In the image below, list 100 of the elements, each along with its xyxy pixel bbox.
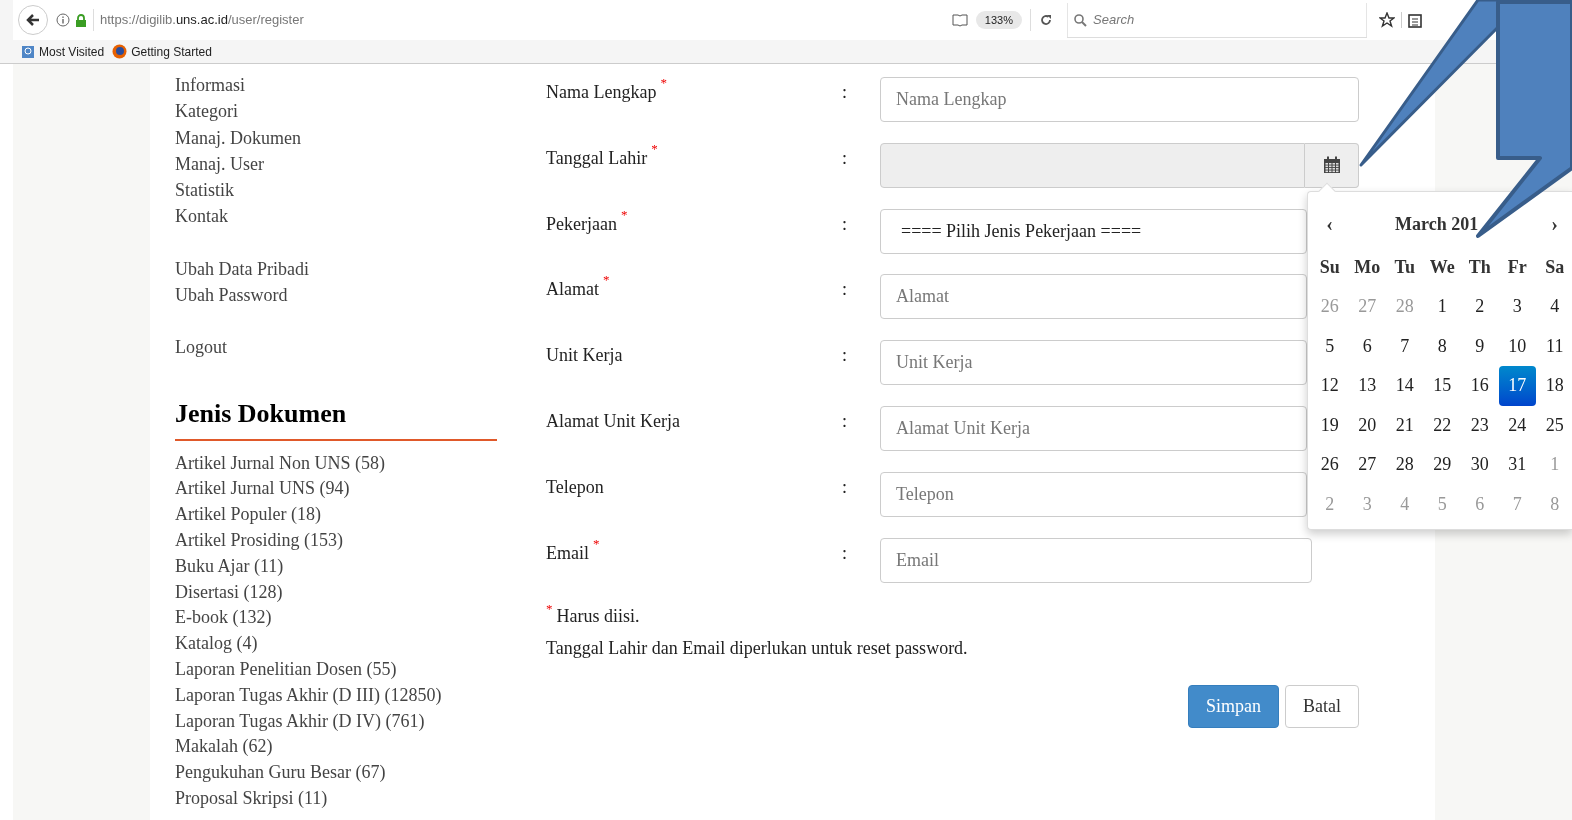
day-cell[interactable]: 24 xyxy=(1498,405,1536,445)
save-button[interactable]: Simpan xyxy=(1188,685,1279,729)
colon-separator: : xyxy=(842,212,848,236)
sidebar-link[interactable]: Ubah Data Pribadi xyxy=(175,255,309,283)
day-cell[interactable]: 10 xyxy=(1498,326,1536,366)
document-type-link[interactable]: Makalah (62) xyxy=(175,734,273,761)
document-type-link[interactable]: Pengukuhan Guru Besar (67) xyxy=(175,760,386,787)
day-cell[interactable]: 9 xyxy=(1461,326,1499,366)
day-cell[interactable]: 3 xyxy=(1498,287,1536,327)
day-cell[interactable]: 18 xyxy=(1536,366,1572,406)
day-cell[interactable]: 2 xyxy=(1461,287,1499,327)
day-cell[interactable]: 17 xyxy=(1498,366,1536,406)
day-cell[interactable]: 31 xyxy=(1498,445,1536,485)
text-field[interactable]: Nama Lengkap xyxy=(880,77,1359,122)
document-type-link[interactable]: Artikel Populer (18) xyxy=(175,502,321,529)
sidebar-link[interactable]: Kontak xyxy=(175,203,228,230)
weekday-label: Fr xyxy=(1506,256,1528,279)
sidebar-link[interactable]: Kategori xyxy=(175,98,238,125)
weekday-label: Mo xyxy=(1353,256,1382,279)
section-title: Jenis Dokumen xyxy=(175,397,348,430)
document-type-link[interactable]: Laporan Tugas Akhir (D III) (12850) xyxy=(175,682,442,709)
day-cell[interactable]: 26 xyxy=(1311,445,1349,485)
day-cell[interactable]: 13 xyxy=(1348,366,1386,406)
document-type-link[interactable]: Artikel Prosiding (153) xyxy=(175,528,343,554)
star-icon[interactable] xyxy=(1379,12,1395,28)
day-cell[interactable]: 28 xyxy=(1386,445,1424,485)
colon-separator: : xyxy=(842,146,848,170)
globe-icon xyxy=(112,44,128,59)
document-type-link[interactable]: Proposal Skripsi (11) xyxy=(175,786,328,812)
back-arrow-icon xyxy=(25,12,41,28)
document-type-link[interactable]: E-book (132) xyxy=(175,605,272,632)
calendar-icon xyxy=(1322,156,1341,175)
text-field[interactable]: Alamat xyxy=(880,274,1307,320)
sidebar-link[interactable]: Ubah Password xyxy=(175,282,288,309)
day-cell[interactable]: 5 xyxy=(1311,326,1349,366)
text-field[interactable]: Telepon xyxy=(880,471,1307,517)
day-cell[interactable]: 12 xyxy=(1311,366,1349,406)
day-cell[interactable]: 25 xyxy=(1536,405,1572,445)
document-type-link[interactable]: Laporan Tugas Akhir (D IV) (761) xyxy=(175,708,425,735)
text-field[interactable]: Unit Kerja xyxy=(880,340,1307,386)
required-mark: * xyxy=(660,74,667,92)
day-cell[interactable]: 23 xyxy=(1461,405,1499,445)
bookmark-link[interactable]: Most Visited xyxy=(39,42,105,61)
document-type-link[interactable]: Laporan Penelitian Dosen (55) xyxy=(175,657,397,683)
sidebar-link[interactable]: Statistik xyxy=(175,177,234,204)
sidebar-link[interactable]: Manaj. Dokumen xyxy=(175,124,301,151)
search-field[interactable]: Search xyxy=(1093,10,1360,30)
required-mark: * xyxy=(603,271,610,290)
info-icon[interactable] xyxy=(56,13,70,27)
day-cell[interactable]: 4 xyxy=(1536,287,1572,327)
field-label: Alamat xyxy=(546,278,599,302)
required-mark: * xyxy=(546,600,553,619)
day-cell[interactable]: 15 xyxy=(1423,366,1461,406)
document-type-link[interactable]: Katalog (4) xyxy=(175,631,258,658)
weekday-label: Sa xyxy=(1544,256,1566,279)
reader-view-icon[interactable] xyxy=(951,13,968,27)
day-cell[interactable]: 16 xyxy=(1461,366,1499,406)
calendar-button[interactable] xyxy=(1305,142,1359,188)
document-type-link[interactable]: Artikel Jurnal Non UNS (58) xyxy=(175,450,385,477)
lock-icon[interactable] xyxy=(75,13,87,27)
document-type-link[interactable]: Artikel Jurnal UNS (94) xyxy=(175,476,350,503)
day-cell[interactable]: 27 xyxy=(1348,445,1386,485)
clipboard-icon[interactable] xyxy=(1408,12,1422,28)
day-cell[interactable]: 8 xyxy=(1423,326,1461,366)
text-field[interactable]: Email xyxy=(880,537,1312,583)
day-cell[interactable]: 30 xyxy=(1461,445,1499,485)
info-note: Tanggal Lahir dan Email diperlukan untuk reset password. xyxy=(546,637,969,661)
zoom-badge[interactable]: 133% xyxy=(975,10,1022,30)
cancel-button[interactable]: Batal xyxy=(1285,685,1359,729)
required-mark: * xyxy=(593,534,600,553)
day-cell[interactable]: 7 xyxy=(1386,326,1424,366)
day-cell[interactable]: 6 xyxy=(1348,326,1386,366)
day-cell[interactable]: 22 xyxy=(1423,405,1461,445)
document-type-link[interactable]: Buku Ajar (11) xyxy=(175,553,284,580)
field-label: Nama Lengkap xyxy=(546,81,657,104)
day-cell[interactable]: 14 xyxy=(1386,366,1424,406)
reload-icon[interactable] xyxy=(1039,13,1053,27)
sidebar-link[interactable]: Manaj. User xyxy=(175,150,264,178)
day-cell[interactable]: 21 xyxy=(1386,405,1424,445)
next-month-button[interactable]: › xyxy=(1536,209,1572,239)
day-cell[interactable]: 20 xyxy=(1348,405,1386,445)
document-type-link[interactable]: Disertasi (128) xyxy=(175,579,283,606)
weekday-label: We xyxy=(1428,256,1456,279)
previous-month-button[interactable]: ‹ xyxy=(1311,209,1348,239)
bookmark-link[interactable]: Getting Started xyxy=(131,42,212,61)
day-cell[interactable]: 29 xyxy=(1423,445,1461,485)
day-cell[interactable]: 11 xyxy=(1536,326,1572,366)
required-mark: * xyxy=(651,139,658,158)
sidebar-link[interactable]: Logout xyxy=(175,334,227,361)
select-field[interactable]: ==== Pilih Jenis Pekerjaan ==== xyxy=(880,208,1307,254)
day-cell[interactable]: 19 xyxy=(1311,405,1349,445)
bookmark-icon xyxy=(21,44,35,59)
weekday-label: Tu xyxy=(1393,256,1416,279)
sidebar-link[interactable]: Informasi xyxy=(175,72,245,99)
day-cell[interactable]: 1 xyxy=(1423,287,1461,327)
url-text[interactable]: https://digilib.uns.ac.id/user/register xyxy=(100,10,304,30)
field-label: Pekerjaan xyxy=(546,212,617,236)
text-field[interactable]: Alamat Unit Kerja xyxy=(880,406,1307,451)
weekday-label: Th xyxy=(1467,256,1492,279)
month-title[interactable]: March 201 xyxy=(1395,213,1479,234)
